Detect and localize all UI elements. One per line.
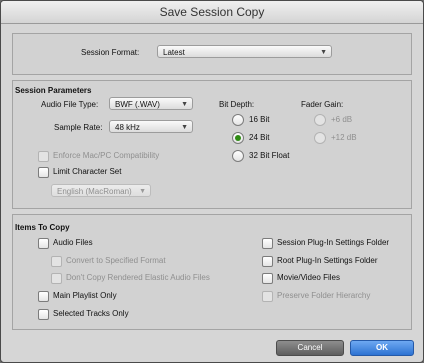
fader-gain-6-label: +6 dB: [331, 115, 353, 124]
sample-rate-select[interactable]: 48 kHz ▼: [109, 120, 193, 133]
main-playlist-only-label: Main Playlist Only: [53, 291, 117, 300]
preserve-folder-hierarchy-checkbox[interactable]: [262, 291, 273, 302]
session-parameters-heading: Session Parameters: [15, 86, 92, 95]
session-plugin-settings-checkbox[interactable]: [262, 238, 273, 249]
preserve-folder-hierarchy-label: Preserve Folder Hierarchy: [277, 291, 371, 300]
selected-tracks-only-label: Selected Tracks Only: [53, 309, 129, 318]
cancel-button[interactable]: Cancel: [276, 340, 344, 356]
sample-rate-label: Sample Rate:: [54, 123, 103, 132]
fader-gain-6-radio[interactable]: [314, 114, 326, 126]
bit-depth-16-radio[interactable]: [232, 114, 244, 126]
chevron-down-icon: ▼: [139, 188, 146, 195]
audio-file-type-label: Audio File Type:: [41, 100, 99, 109]
movie-video-files-label: Movie/Video Files: [277, 273, 340, 282]
session-format-select[interactable]: Latest ▼: [157, 45, 332, 58]
selected-tracks-only-checkbox[interactable]: [38, 309, 49, 320]
items-to-copy-panel: Items To Copy Audio Files Convert to Spe…: [12, 214, 412, 330]
movie-video-files-checkbox[interactable]: [262, 273, 273, 284]
limit-charset-label: Limit Character Set: [53, 167, 122, 176]
audio-file-type-value: BWF (.WAV): [115, 100, 160, 109]
main-playlist-only-checkbox[interactable]: [38, 291, 49, 302]
fader-gain-12-label: +12 dB: [331, 133, 357, 142]
audio-file-type-select[interactable]: BWF (.WAV) ▼: [109, 97, 193, 110]
fader-gain-label: Fader Gain:: [301, 100, 344, 109]
session-parameters-panel: Session Parameters Audio File Type: BWF …: [12, 80, 412, 209]
bit-depth-16-label: 16 Bit: [249, 115, 270, 124]
bit-depth-32-radio[interactable]: [232, 150, 244, 162]
limit-charset-checkbox[interactable]: [38, 167, 49, 178]
bit-depth-24-radio[interactable]: [232, 132, 244, 144]
convert-format-checkbox[interactable]: [51, 256, 62, 267]
session-format-value: Latest: [163, 48, 185, 57]
root-plugin-settings-checkbox[interactable]: [262, 256, 273, 267]
dont-copy-elastic-label: Don't Copy Rendered Elastic Audio Files: [66, 273, 210, 282]
bit-depth-32-label: 32 Bit Float: [249, 151, 290, 160]
convert-format-label: Convert to Specified Format: [66, 256, 166, 265]
chevron-down-icon: ▼: [320, 49, 327, 56]
items-to-copy-heading: Items To Copy: [15, 223, 70, 232]
audio-files-label: Audio Files: [53, 238, 93, 247]
session-format-label: Session Format:: [81, 48, 140, 57]
bit-depth-24-label: 24 Bit: [249, 133, 270, 142]
chevron-down-icon: ▼: [181, 124, 188, 131]
enforce-compat-checkbox[interactable]: [38, 151, 49, 162]
chevron-down-icon: ▼: [181, 101, 188, 108]
dont-copy-elastic-checkbox[interactable]: [51, 273, 62, 284]
bit-depth-label: Bit Depth:: [219, 100, 255, 109]
root-plugin-settings-label: Root Plug-In Settings Folder: [277, 256, 378, 265]
window-title: Save Session Copy: [1, 1, 423, 24]
ok-button[interactable]: OK: [350, 340, 414, 356]
charset-value: English (MacRoman): [57, 187, 132, 196]
fader-gain-12-radio[interactable]: [314, 132, 326, 144]
charset-select[interactable]: English (MacRoman) ▼: [51, 184, 151, 197]
audio-files-checkbox[interactable]: [38, 238, 49, 249]
enforce-compat-label: Enforce Mac/PC Compatibility: [53, 151, 160, 160]
sample-rate-value: 48 kHz: [115, 123, 140, 132]
session-format-panel: Session Format: Latest ▼: [12, 33, 412, 75]
save-session-copy-dialog: Save Session Copy Session Format: Latest…: [0, 0, 424, 363]
session-plugin-settings-label: Session Plug-In Settings Folder: [277, 238, 390, 247]
